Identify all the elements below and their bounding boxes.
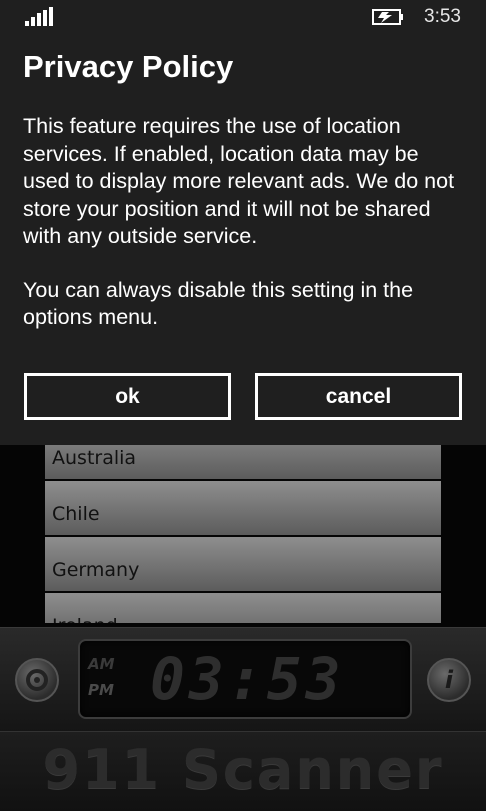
info-glyph: i: [444, 666, 454, 694]
clock-digits: 03:53: [150, 645, 345, 713]
country-list[interactable]: Australia Chile Germany Ireland: [45, 425, 441, 623]
list-item[interactable]: Chile: [45, 481, 441, 535]
dialog-paragraph: You can always disable this setting in t…: [23, 277, 414, 330]
dialog-body: This feature requires the use of locatio…: [23, 113, 463, 358]
am-indicator: AM: [88, 655, 115, 673]
title-band: 911 Scanner: [0, 731, 486, 811]
app-title: 911 Scanner: [42, 738, 444, 801]
clock-display: AM PM 03:53: [78, 639, 412, 719]
dialog-paragraph: This feature requires the use of locatio…: [23, 114, 455, 248]
list-item[interactable]: Germany: [45, 537, 441, 591]
list-item[interactable]: Ireland: [45, 593, 441, 623]
dialog-title: Privacy Policy: [23, 49, 234, 84]
ok-button[interactable]: ok: [24, 373, 231, 420]
status-bar: 3:53: [0, 0, 486, 36]
battery-charging-icon: [372, 9, 403, 25]
cancel-button[interactable]: cancel: [255, 373, 462, 420]
list-item-label: Ireland: [52, 615, 118, 623]
status-time: 3:53: [424, 6, 461, 27]
list-item-label: Chile: [52, 503, 100, 525]
list-item-label: Australia: [52, 447, 137, 469]
signal-bars-icon: [25, 7, 55, 26]
gear-icon[interactable]: [15, 658, 59, 702]
privacy-dialog: Privacy Policy This feature requires the…: [0, 36, 486, 445]
info-icon[interactable]: i: [427, 658, 471, 702]
list-item-label: Germany: [52, 559, 140, 581]
pm-indicator: PM: [88, 681, 114, 699]
